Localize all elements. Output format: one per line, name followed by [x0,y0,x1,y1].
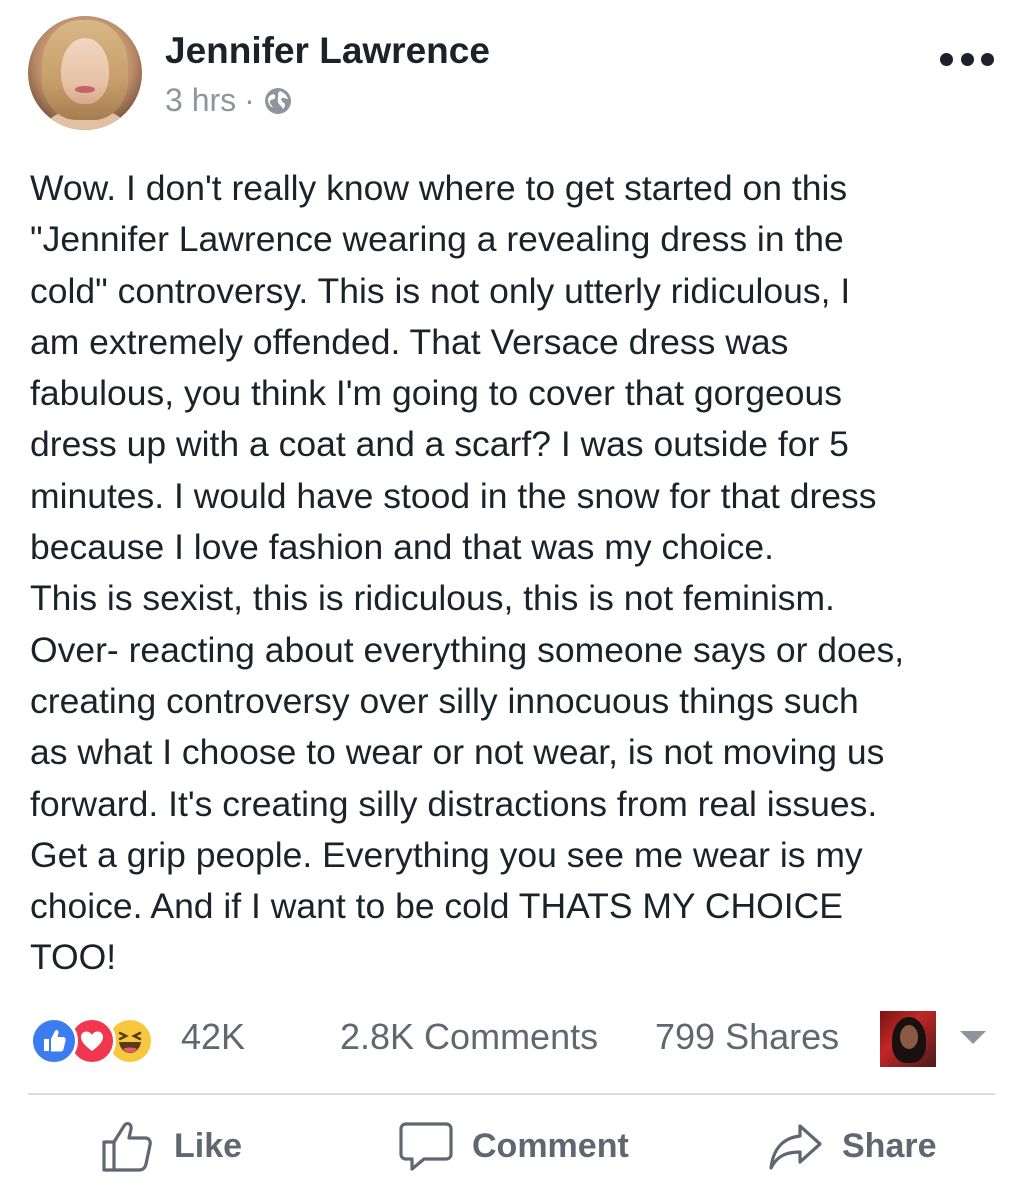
post-text-line: cold" controversy. This is not only utte… [30,270,851,311]
post-meta: 3 hrs · [165,82,293,119]
more-icon-dot [940,52,953,66]
comment-label: Comment [472,1126,629,1165]
post-text-line: dress up with a coat and a scarf? I was … [30,424,849,465]
chevron-down-icon[interactable] [960,1031,986,1044]
viewer-avatar[interactable] [880,1011,936,1067]
post-text: Wow. I don't really know where to get st… [30,163,1005,984]
more-options-button[interactable] [940,44,994,74]
like-button[interactable]: Like [100,1118,242,1174]
comment-button[interactable]: Comment [398,1118,629,1174]
shares-count[interactable]: 799 Shares [655,1016,839,1058]
more-icon-dot [981,52,994,66]
author-name[interactable]: Jennifer Lawrence [165,30,490,72]
globe-icon[interactable] [263,86,293,116]
post-text-line: Get a grip people. Everything you see me… [30,834,863,875]
post-text-line: "Jennifer Lawrence wearing a revealing d… [30,219,844,260]
post-text-line: creating controversy over silly innocuou… [30,680,859,721]
post-stats: 42K 2.8K Comments 799 Shares [0,1005,1019,1069]
post-text-line: minutes. I would have stood in the snow … [30,475,877,516]
post-text-line: as what I choose to wear or not wear, is… [30,732,885,773]
share-arrow-icon [769,1124,822,1170]
post-timestamp[interactable]: 3 hrs [165,82,236,119]
like-icon [30,1017,78,1065]
comment-icon [399,1122,453,1171]
post-text-line: forward. It's creating silly distraction… [30,783,878,824]
share-label: Share [842,1126,937,1165]
post-text-line: because I love fashion and that was my c… [30,527,774,568]
comments-count[interactable]: 2.8K Comments [340,1016,598,1058]
more-icon-dot [960,52,974,66]
post-text-line: Over- reacting about everything someone … [30,629,905,670]
post-text-line: choice. And if I want to be cold THATS M… [30,886,843,927]
thumbs-up-icon [102,1122,152,1172]
post-text-line: fabulous, you think I'm going to cover t… [30,373,842,414]
post-text-line: TOO! [30,937,117,978]
share-button[interactable]: Share [768,1118,937,1174]
post-actions: Like Comment Share [0,1100,1019,1195]
post-text-line: am extremely offended. That Versace dres… [30,321,789,362]
author-avatar[interactable] [28,16,142,130]
post-text-line: This is sexist, this is ridiculous, this… [30,578,835,619]
post-text-line: Wow. I don't really know where to get st… [30,168,848,208]
reaction-count[interactable]: 42K [181,1016,245,1058]
divider [28,1093,995,1095]
meta-separator: · [244,82,255,118]
like-label: Like [174,1126,243,1165]
reaction-icons[interactable] [30,1017,170,1065]
post-header: Jennifer Lawrence 3 hrs · [0,0,1019,140]
